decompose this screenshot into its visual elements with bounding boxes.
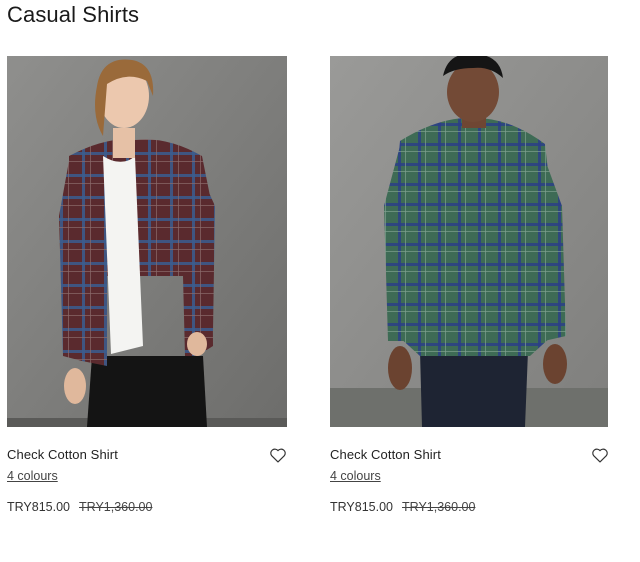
- colours-link[interactable]: 4 colours: [7, 469, 58, 483]
- product-name[interactable]: Check Cotton Shirt: [330, 447, 608, 462]
- current-price: TRY815.00: [7, 500, 71, 514]
- current-price: TRY815.00: [330, 500, 394, 514]
- original-price: TRY1,360.00: [79, 500, 153, 514]
- page-title: Casual Shirts: [7, 2, 140, 27]
- colours-link[interactable]: 4 colours: [330, 469, 381, 483]
- original-price: TRY1,360.00: [402, 500, 476, 514]
- product-image[interactable]: [330, 56, 608, 427]
- product-image[interactable]: [7, 56, 287, 427]
- product-card: Check Cotton Shirt 4 colours TRY815.00 TR…: [7, 56, 287, 514]
- price-row: TRY815.00 TRY1,360.00: [330, 500, 608, 514]
- heart-outline-icon[interactable]: [269, 447, 287, 463]
- price-row: TRY815.00 TRY1,360.00: [7, 500, 287, 514]
- product-card: Check Cotton Shirt 4 colours TRY815.00 TR…: [330, 56, 608, 514]
- product-name[interactable]: Check Cotton Shirt: [7, 447, 287, 462]
- heart-outline-icon[interactable]: [591, 447, 609, 463]
